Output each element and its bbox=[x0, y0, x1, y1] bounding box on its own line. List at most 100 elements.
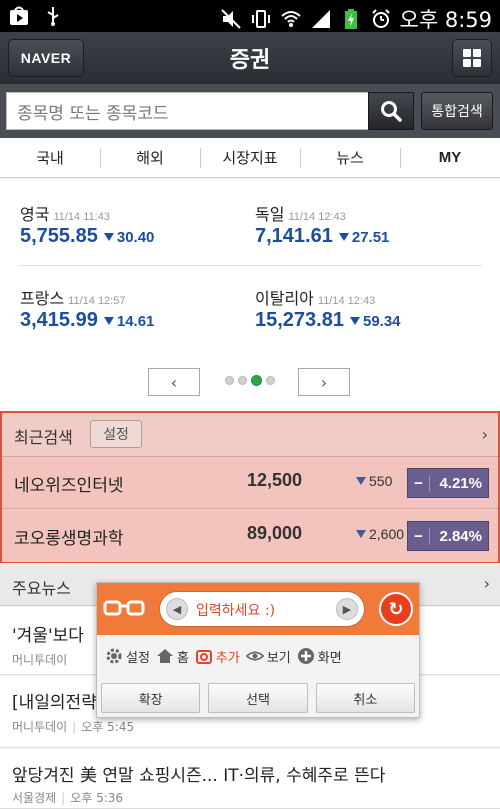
recent-stock-row[interactable]: 네오위즈인터넷 12,500 550 −4.21% bbox=[2, 457, 498, 509]
widget-screen-button[interactable]: 화면 bbox=[297, 647, 342, 666]
home-icon bbox=[156, 647, 174, 665]
next-arrow-icon[interactable]: ▶ bbox=[336, 598, 358, 620]
alarm-icon bbox=[370, 8, 392, 30]
index-item[interactable]: 영국 11/14 11:43 5,755.85 30.40 bbox=[20, 201, 154, 248]
index-item[interactable]: 독일 11/14 12:43 7,141.61 27.51 bbox=[255, 201, 389, 248]
stock-change: 550 bbox=[356, 473, 392, 489]
index-panel: 영국 11/14 11:43 5,755.85 30.40 독일 11/14 12:4… bbox=[0, 179, 500, 411]
index-item[interactable]: 프랑스 11/14 12:57 3,415.99 14.61 bbox=[20, 285, 154, 332]
index-value: 3,415.99 bbox=[20, 309, 98, 331]
total-search-button[interactable]: 통합검색 bbox=[421, 92, 493, 130]
news-source: 머니투데이 bbox=[12, 653, 68, 667]
search-button[interactable] bbox=[368, 92, 414, 130]
widget-input[interactable]: ◀ 입력하세요 :) ▶ bbox=[159, 591, 365, 627]
index-time: 11/14 12:43 bbox=[288, 211, 346, 223]
index-value: 15,273.81 bbox=[255, 309, 344, 331]
index-name: 독일 bbox=[255, 205, 285, 224]
expand-button[interactable]: 확장 bbox=[101, 683, 201, 713]
stock-price: 89,000 bbox=[247, 523, 303, 543]
tab-domestic[interactable]: 국내 bbox=[0, 138, 100, 177]
down-arrow-icon bbox=[356, 530, 366, 538]
widget-view-button[interactable]: 보기 bbox=[245, 647, 291, 666]
recent-settings-button[interactable]: 설정 bbox=[90, 420, 142, 448]
status-bar: 오후 8:59 bbox=[0, 0, 500, 32]
chevron-right-icon: › bbox=[320, 372, 328, 392]
tab-overseas[interactable]: 해외 bbox=[100, 138, 200, 177]
news-title: 앞당겨진 美 연말 쇼핑시즌... IT·의류, 수혜주로 뜬다 bbox=[12, 766, 386, 786]
prev-arrow-icon[interactable]: ◀ bbox=[166, 598, 188, 620]
play-store-icon bbox=[8, 5, 30, 27]
usb-icon bbox=[42, 5, 64, 27]
battery-charging-icon bbox=[340, 8, 362, 30]
refresh-button[interactable]: ↻ bbox=[379, 592, 413, 626]
cancel-button[interactable]: 취소 bbox=[315, 683, 415, 713]
widget-home-button[interactable]: 홈 bbox=[156, 647, 189, 666]
stock-name: 네오위즈인터넷 bbox=[14, 476, 124, 496]
page-dot bbox=[238, 376, 247, 385]
down-arrow-icon bbox=[338, 233, 349, 241]
down-arrow-icon bbox=[349, 317, 360, 325]
floating-input-widget: ◀ 입력하세요 :) ▶ ↻ 설정 홈 추가 보기 화면 확장 선택 취소 bbox=[96, 582, 420, 718]
index-time: 11/14 12:57 bbox=[68, 295, 126, 307]
page-title: 증권 bbox=[229, 48, 271, 73]
grid-icon bbox=[463, 49, 481, 67]
recent-stock-row[interactable]: 코오롱생명과학 89,000 2,600 −2.84% bbox=[2, 510, 498, 562]
index-value: 7,141.61 bbox=[255, 225, 333, 247]
divider bbox=[18, 265, 482, 266]
prev-page-button[interactable]: ‹ bbox=[148, 368, 200, 396]
select-button[interactable]: 선택 bbox=[208, 683, 308, 713]
signal-icon bbox=[310, 8, 332, 30]
widget-input-placeholder: 입력하세요 :) bbox=[196, 603, 276, 619]
wifi-icon bbox=[280, 8, 302, 30]
tab-market-indicators[interactable]: 시장지표 bbox=[200, 138, 300, 177]
recent-search-title: 최근검색 bbox=[14, 428, 73, 447]
add-camera-icon bbox=[195, 647, 213, 665]
chevron-left-icon: ‹ bbox=[170, 372, 178, 392]
chevron-right-icon: › bbox=[481, 425, 488, 444]
stock-percent-badge: −4.21% bbox=[407, 468, 489, 498]
index-name: 프랑스 bbox=[20, 289, 65, 308]
eye-icon bbox=[245, 647, 264, 665]
chevron-right-icon: › bbox=[483, 574, 490, 593]
plus-circle-icon bbox=[297, 647, 315, 665]
index-change: 59.34 bbox=[349, 313, 401, 330]
search-input[interactable]: 종목명 또는 종목코드 bbox=[6, 92, 368, 130]
page-dot bbox=[266, 376, 275, 385]
vibrate-icon bbox=[250, 8, 272, 30]
next-page-button[interactable]: › bbox=[298, 368, 350, 396]
glasses-icon[interactable] bbox=[103, 599, 145, 619]
page-indicator bbox=[225, 375, 275, 386]
category-tabs: 국내 해외 시장지표 뉴스 MY bbox=[0, 138, 500, 178]
gear-icon bbox=[105, 647, 123, 665]
down-arrow-icon bbox=[356, 477, 366, 485]
status-time: 오후 8:59 bbox=[399, 8, 492, 32]
menu-grid-button[interactable] bbox=[452, 39, 492, 77]
tab-news[interactable]: 뉴스 bbox=[300, 138, 400, 177]
index-change: 14.61 bbox=[103, 313, 154, 330]
widget-add-button[interactable]: 추가 bbox=[195, 647, 240, 666]
index-name: 이탈리아 bbox=[255, 289, 314, 308]
news-meta: 머니투데이 | 오후 5:45 bbox=[12, 720, 135, 734]
recent-search-header[interactable]: 최근검색 설정 › bbox=[2, 413, 498, 457]
widget-toolbar: ◀ 입력하세요 :) ▶ ↻ bbox=[97, 583, 419, 635]
search-icon bbox=[381, 101, 402, 122]
index-time: 11/14 11:43 bbox=[53, 211, 110, 223]
page-dot bbox=[225, 376, 234, 385]
news-title: [내일의전략 bbox=[12, 693, 97, 713]
tab-my[interactable]: MY bbox=[400, 138, 500, 177]
index-change: 27.51 bbox=[338, 229, 389, 246]
down-arrow-icon bbox=[103, 317, 114, 325]
mute-icon bbox=[220, 8, 242, 30]
news-title: '겨울'보다 bbox=[12, 626, 84, 646]
widget-tools: 설정 홈 추가 보기 화면 bbox=[97, 641, 419, 671]
widget-actions: 확장 선택 취소 bbox=[101, 683, 415, 713]
news-item[interactable]: 앞당겨진 美 연말 쇼핑시즌... IT·의류, 수혜주로 뜬다 서울경제 | 오후… bbox=[0, 749, 500, 809]
down-arrow-icon bbox=[103, 233, 114, 241]
stock-price: 12,500 bbox=[247, 470, 303, 490]
index-name: 영국 bbox=[20, 205, 50, 224]
widget-settings-button[interactable]: 설정 bbox=[105, 647, 150, 666]
stock-change: 2,600 bbox=[356, 526, 404, 542]
index-item[interactable]: 이탈리아 11/14 12:43 15,273.81 59.34 bbox=[255, 285, 401, 332]
app-header: NAVER 증권 bbox=[0, 32, 500, 84]
news-meta: 서울경제 | 오후 5:36 bbox=[12, 791, 124, 805]
